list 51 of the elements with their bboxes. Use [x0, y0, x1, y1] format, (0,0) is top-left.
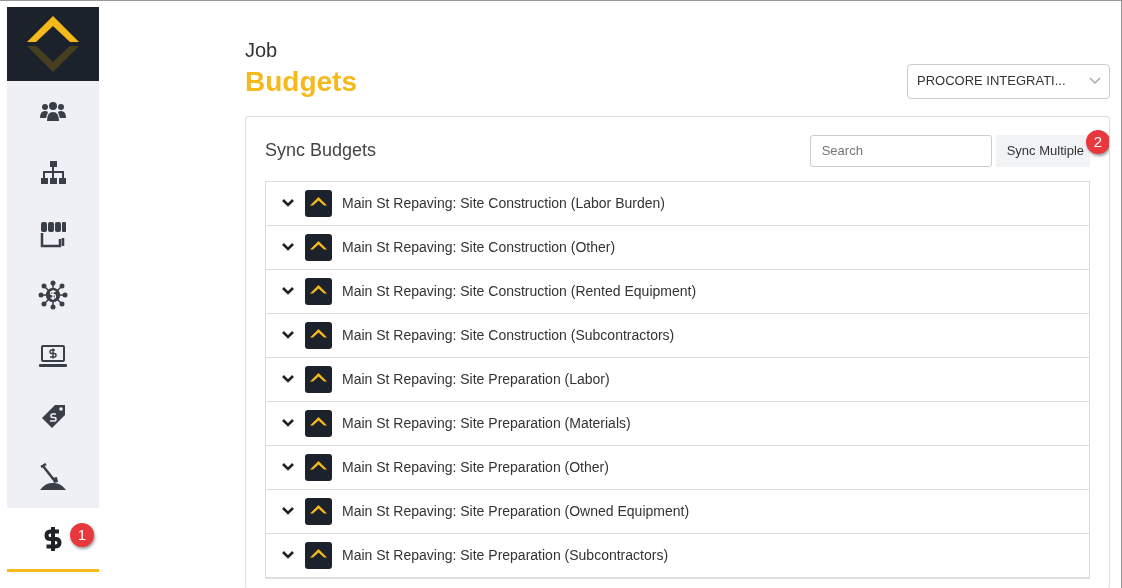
budget-row[interactable]: Main St Repaving: Site Construction (Rented Equipment): [266, 269, 1089, 314]
chevron-down-icon: [281, 418, 295, 429]
chevron-down-icon: [281, 242, 295, 253]
budget-row[interactable]: Main St Repaving: Site Preparation (Other): [266, 445, 1089, 490]
row-label: Main St Repaving: Site Preparation (Materials): [342, 413, 631, 433]
page-subtitle: Job: [245, 38, 279, 63]
budget-row[interactable]: Main St Repaving: Site Preparation (Materials): [266, 401, 1089, 446]
row-label: Main St Repaving: Site Preparation (Subcontractors): [342, 545, 669, 565]
sidebar-item[interactable]: [7, 81, 99, 142]
callout-badge: 1: [70, 523, 94, 547]
integration-select[interactable]: PROCORE INTEGRATI...: [907, 63, 1110, 99]
logo-icon: [305, 321, 332, 349]
sidebar-item[interactable]: [7, 447, 99, 508]
network-dollar-icon: [38, 279, 68, 310]
row-label: Main St Repaving: Site Preparation (Owned Equipment): [342, 501, 690, 521]
chevron-down-icon: [1089, 77, 1101, 86]
card-title: Sync Budgets: [265, 139, 377, 163]
logo-icon: [305, 189, 332, 217]
chevron-down-icon: [281, 506, 295, 517]
budget-row[interactable]: Main St Repaving: Site Construction (Other): [266, 225, 1089, 270]
budget-row[interactable]: Main St Repaving: Site Construction (Subcontractors): [266, 313, 1089, 358]
logo-icon: [305, 409, 332, 437]
logo-icon: [305, 453, 332, 481]
logo-icon: [305, 233, 332, 261]
row-label: Main St Repaving: Site Construction (Other): [342, 237, 616, 257]
chevron-down-icon: [281, 330, 295, 341]
logo-icon: [305, 277, 332, 305]
budget-row[interactable]: Main St Repaving: Site Preparation (Labor): [266, 357, 1089, 402]
logo-icon: [305, 365, 332, 393]
row-label: Main St Repaving: Site Construction (Rented Equipment): [342, 281, 697, 301]
budget-row[interactable]: Main St Repaving: Site Preparation (Owned Equipment): [266, 489, 1089, 534]
chevron-down-icon: [281, 374, 295, 385]
chevron-down-icon: [281, 462, 295, 473]
row-label: Main St Repaving: Site Preparation (Labor): [342, 369, 610, 389]
chevron-down-icon: [281, 198, 295, 209]
page-title: Budgets: [245, 65, 357, 99]
row-label: Main St Repaving: Site Construction (Subcontractors): [342, 325, 675, 345]
search-field[interactable]: Search: [809, 134, 992, 167]
sync-multiple-button[interactable]: Sync Multiple: [995, 134, 1090, 167]
budget-row[interactable]: Main St Repaving: Site Construction (Labor Burden): [266, 181, 1089, 226]
callout-badge: 2: [1086, 129, 1109, 154]
logo-icon: [305, 497, 332, 525]
chevron-down-icon: [281, 550, 295, 561]
logo-icon: [25, 14, 81, 74]
budget-row[interactable]: Main St Repaving: Site Preparation (Subcontractors): [266, 533, 1089, 578]
select-value: PROCORE INTEGRATI...: [917, 72, 1066, 91]
row-label: Main St Repaving: Site Preparation (Other): [342, 457, 609, 477]
logo-icon: [305, 541, 332, 569]
row-label: Main St Repaving: Site Construction (Labor Burden): [342, 193, 665, 213]
chevron-down-icon: [281, 286, 295, 297]
shovel-icon: [38, 462, 68, 493]
